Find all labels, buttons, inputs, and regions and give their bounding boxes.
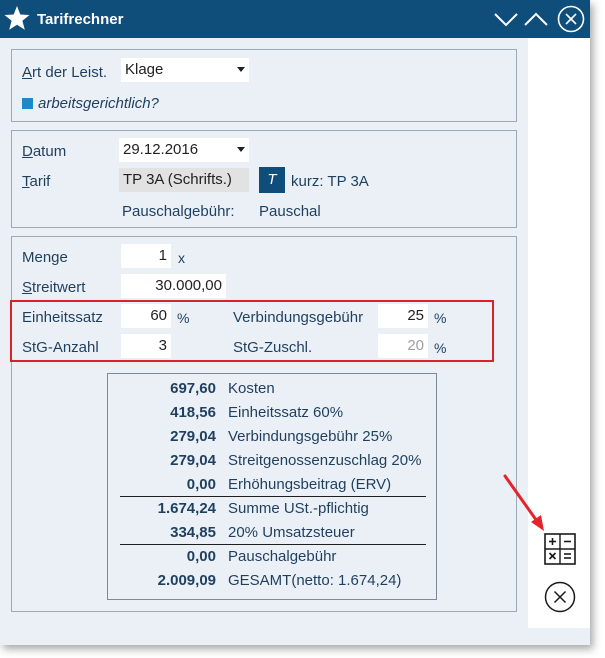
- summary-row: 334,85 20% Umsatzsteuer: [108, 524, 436, 546]
- summary-divider: [120, 544, 426, 545]
- streitwert-input[interactable]: 30.000,00: [121, 274, 226, 298]
- summary-amount: 0,00: [186, 476, 216, 493]
- summary-desc: 20% Umsatzsteuer: [228, 524, 355, 541]
- star-icon: [4, 6, 30, 30]
- summary-amount: 697,60: [170, 380, 216, 397]
- summary-divider: [120, 496, 426, 497]
- art-label: Art der Leist.: [22, 64, 108, 81]
- summary-desc: Einheitssatz 60%: [228, 404, 344, 421]
- summary-row: 279,04 Streitgenossenzuschlag 20%: [108, 452, 436, 474]
- tarif-label: Tarif: [22, 173, 51, 190]
- summary-desc: Kosten: [228, 380, 275, 397]
- summary-desc: GESAMT(netto: 1.674,24): [228, 572, 402, 589]
- art-select-value: Klage: [125, 61, 164, 78]
- datum-select-value: 29.12.2016: [123, 141, 199, 158]
- datum-select[interactable]: 29.12.2016: [119, 138, 249, 162]
- window-title: Tarifrechner: [37, 11, 124, 28]
- summary-amount: 418,56: [170, 404, 216, 421]
- cost-summary: 697,60 Kosten 418,56 Einheitssatz 60% 27…: [107, 373, 437, 600]
- menge-label: Menge: [22, 249, 68, 266]
- summary-amount: 279,04: [170, 452, 216, 469]
- pauschalgebuehr-label: Pauschalgebühr:: [122, 203, 235, 220]
- tarif-select-button[interactable]: T: [259, 167, 285, 193]
- sidebar: [528, 38, 590, 628]
- summary-row: 0,00 Erhöhungsbeitrag (ERV): [108, 476, 436, 498]
- summary-amount: 2.009,09: [157, 572, 216, 589]
- tarifrechner-window: Tarifrechner Art der Leist. Klage arbeit…: [0, 0, 590, 645]
- calculator-icon[interactable]: [544, 533, 576, 565]
- annotation-highlight-box: [10, 300, 494, 362]
- summary-row: 1.674,24 Summe USt.-pflichtig: [108, 500, 436, 522]
- close-circle-icon[interactable]: [557, 5, 585, 33]
- summary-amount: 0,00: [186, 548, 216, 565]
- summary-amount: 1.674,24: [157, 500, 216, 517]
- dropdown-arrow-icon: [237, 67, 245, 72]
- tarif-field: TP 3A (Schrifts.): [119, 168, 249, 192]
- summary-desc: Streitgenossenzuschlag 20%: [228, 452, 422, 469]
- streitwert-label: Streitwert: [22, 279, 86, 296]
- summary-row: 418,56 Einheitssatz 60%: [108, 404, 436, 426]
- cancel-circle-icon[interactable]: [544, 581, 576, 613]
- art-select[interactable]: Klage: [121, 58, 249, 82]
- chevron-down-icon[interactable]: [493, 6, 519, 32]
- summary-row: 2.009,09 GESAMT(netto: 1.674,24): [108, 572, 436, 594]
- menge-input[interactable]: 1: [121, 244, 171, 268]
- arbeitsgerichtlich-checkbox[interactable]: [22, 98, 33, 109]
- summary-amount: 279,04: [170, 428, 216, 445]
- summary-desc: Summe USt.-pflichtig: [228, 500, 369, 517]
- arbeitsgerichtlich-label[interactable]: arbeitsgerichtlich?: [38, 95, 159, 112]
- summary-desc: Pauschalgebühr: [228, 548, 337, 565]
- summary-row: 0,00 Pauschalgebühr: [108, 548, 436, 570]
- datum-label: Datum: [22, 143, 67, 160]
- dropdown-arrow-icon: [237, 147, 245, 152]
- summary-amount: 334,85: [170, 524, 216, 541]
- summary-desc: Erhöhungsbeitrag (ERV): [228, 476, 392, 493]
- chevron-up-icon[interactable]: [523, 6, 549, 32]
- summary-desc: Verbindungsgebühr 25%: [228, 428, 393, 445]
- menge-unit: x: [178, 250, 185, 266]
- annotation-arrow: [503, 474, 544, 531]
- summary-row: 697,60 Kosten: [108, 380, 436, 402]
- title-bar: Tarifrechner: [0, 0, 590, 38]
- summary-row: 279,04 Verbindungsgebühr 25%: [108, 428, 436, 450]
- pauschalgebuehr-value: Pauschal: [259, 203, 321, 220]
- tarif-kurz-label: kurz: TP 3A: [291, 173, 369, 190]
